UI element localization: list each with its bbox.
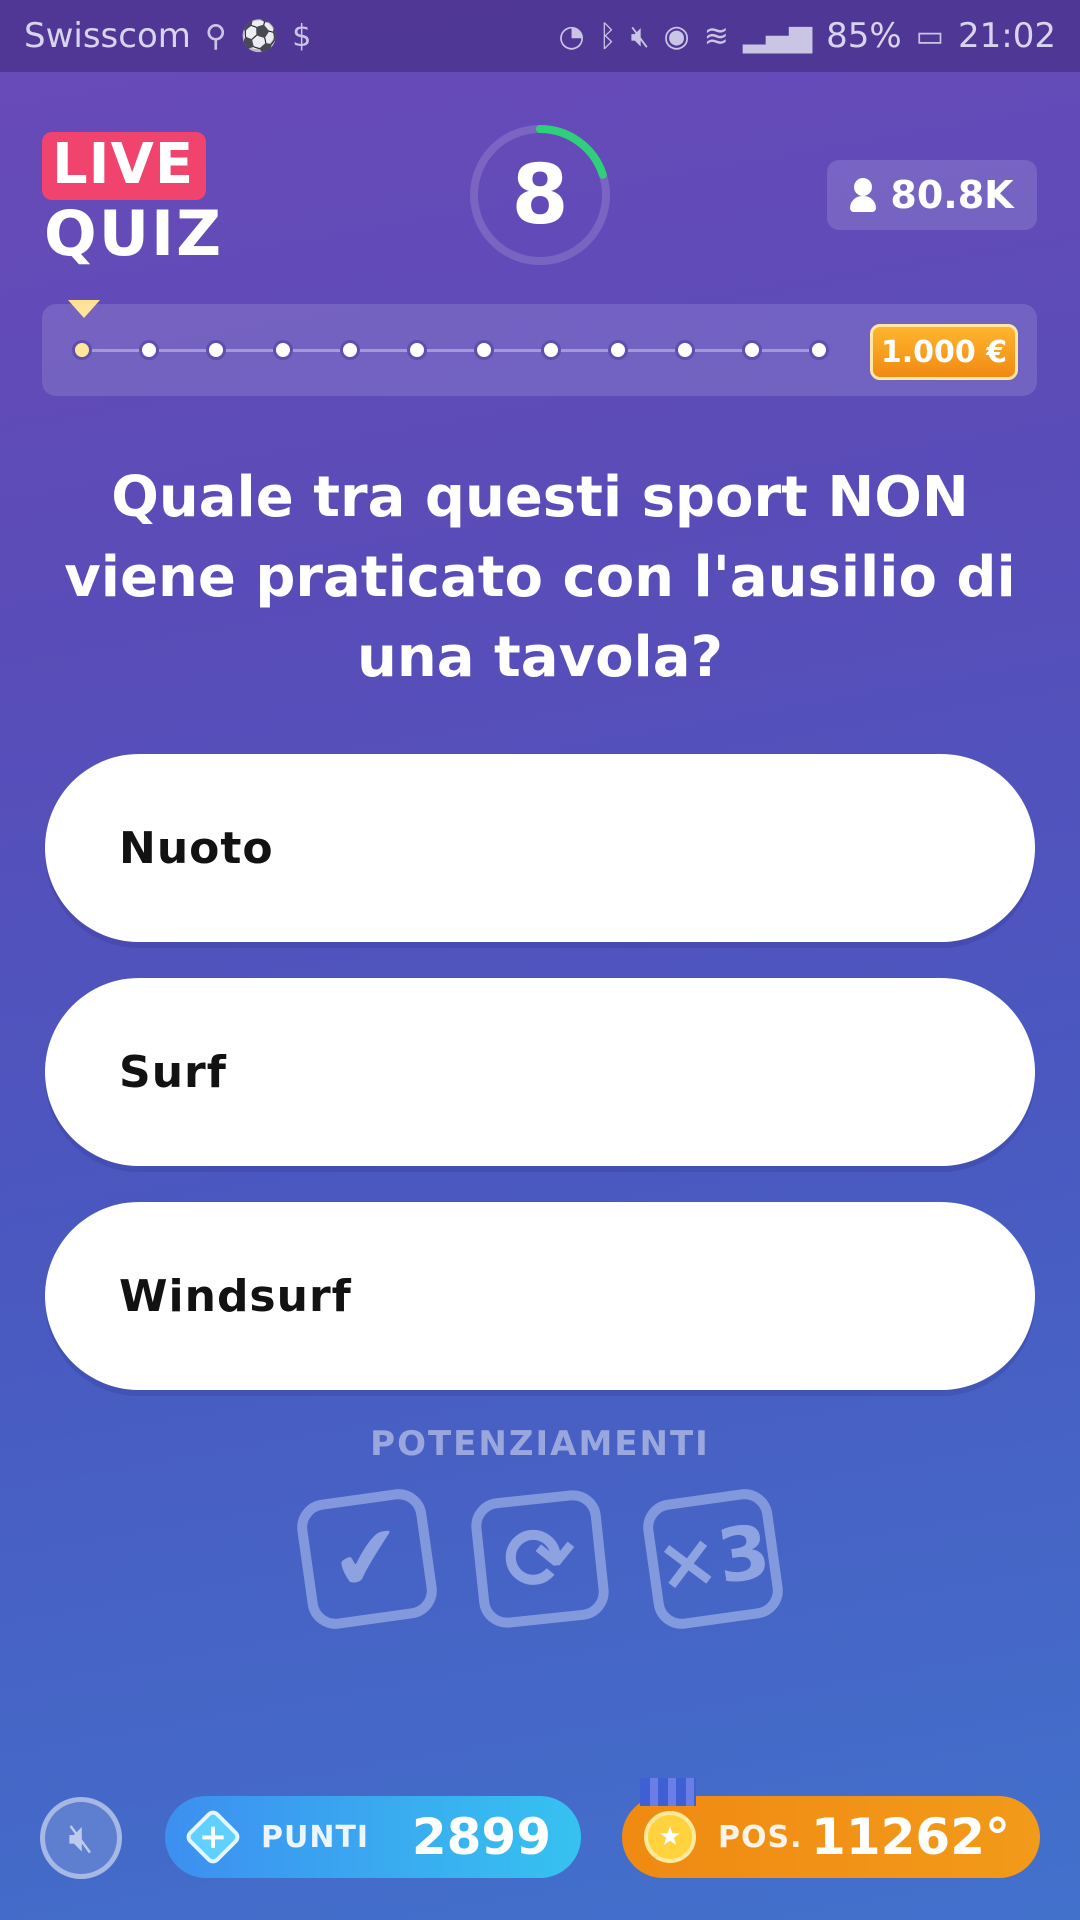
- powerup-times-three-button[interactable]: ×3: [639, 1485, 787, 1633]
- carrier-name: Swisscom: [24, 16, 191, 56]
- progress-step-dot: [608, 340, 628, 360]
- soccer-icon: ⚽: [240, 18, 279, 54]
- medal-ribbon: [640, 1778, 696, 1806]
- bluetooth-icon: ᛒ: [598, 18, 617, 54]
- times-three-icon: ×3: [650, 1508, 776, 1610]
- progress-step-dot: [474, 340, 494, 360]
- track-line: [82, 349, 822, 352]
- points-label: PUNTI: [261, 1820, 370, 1855]
- rank-pill: ★ POS. 11262°: [622, 1778, 1040, 1878]
- nfc-icon: ◔: [558, 18, 585, 54]
- medal-icon: ★: [642, 1809, 698, 1865]
- battery-icon: ▭: [915, 18, 945, 54]
- rank-value: 11262°: [811, 1808, 1010, 1866]
- progress-step-dot: [541, 340, 561, 360]
- progress-step-dot: [139, 340, 159, 360]
- sound-toggle-button[interactable]: 🔇︎: [40, 1797, 122, 1879]
- question-text: Quale tra questi sport NON viene pratica…: [64, 465, 1016, 690]
- muted-speaker-icon: 🔇︎: [68, 1815, 94, 1861]
- powerup-check-button[interactable]: ✔: [293, 1485, 441, 1633]
- countdown-timer: 8: [467, 122, 613, 268]
- rank-label: POS.: [718, 1820, 803, 1855]
- refresh-icon: ⟳: [498, 1505, 582, 1613]
- logo-live: LIVE: [42, 132, 207, 200]
- progress-step-dot: [340, 340, 360, 360]
- progress-step-dot: [72, 340, 92, 360]
- points-pill: + PUNTI 2899: [165, 1796, 581, 1878]
- mute-icon: 🔇︎: [630, 18, 650, 54]
- progress-step-dot: [809, 340, 829, 360]
- progress-step-dot: [273, 340, 293, 360]
- prize-badge: 1.000 €: [870, 324, 1018, 380]
- viewer-count: 80.8K: [827, 160, 1037, 230]
- answer-option-3[interactable]: Windsurf: [45, 1202, 1035, 1390]
- diamond-plus-icon: +: [183, 1807, 243, 1867]
- points-value: 2899: [411, 1808, 551, 1866]
- viewer-count-value: 80.8K: [890, 173, 1014, 217]
- battery-percent: 85%: [826, 16, 902, 56]
- answer-label: Windsurf: [119, 1270, 352, 1322]
- clock: 21:02: [958, 16, 1056, 56]
- progress-step-dot: [675, 340, 695, 360]
- dollar-icon: $: [292, 18, 312, 54]
- progress-step-dot: [206, 340, 226, 360]
- progress-step-dot: [742, 340, 762, 360]
- answer-option-2[interactable]: Surf: [45, 978, 1035, 1166]
- powerups-title: POTENZIAMENTI: [370, 1424, 710, 1464]
- signal-icon: ▂▄▆: [742, 18, 813, 54]
- person-icon: [850, 178, 877, 212]
- usb-icon: ⚲: [204, 18, 227, 54]
- answer-option-1[interactable]: Nuoto: [45, 754, 1035, 942]
- progress-step-dot: [407, 340, 427, 360]
- powerup-refresh-button[interactable]: ⟳: [468, 1487, 612, 1631]
- answer-label: Nuoto: [119, 822, 274, 874]
- wifi-icon: ≋: [703, 18, 729, 54]
- answer-label: Surf: [119, 1046, 227, 1098]
- logo-quiz: QUIZ: [44, 197, 224, 270]
- status-bar: Swisscom ⚲ ⚽ $ ◔ ᛒ 🔇︎ ◉ ≋ ▂▄▆ 85% ▭ 21:0…: [0, 0, 1080, 72]
- timer-value: 8: [511, 147, 569, 243]
- live-quiz-logo: LIVE QUIZ: [42, 128, 222, 268]
- eye-icon: ◉: [663, 18, 690, 54]
- check-icon: ✔: [324, 1504, 410, 1614]
